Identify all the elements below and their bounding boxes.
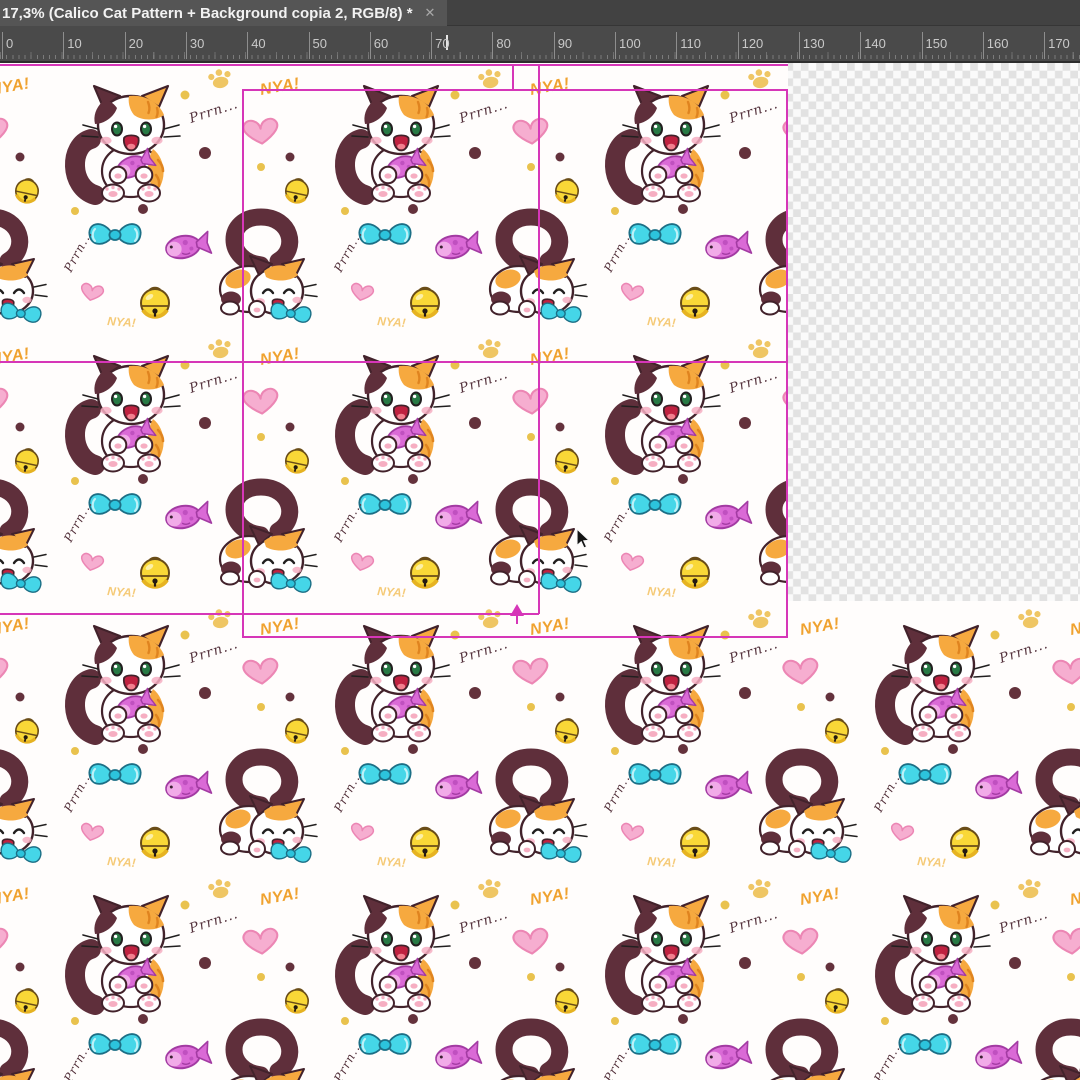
ruler-major-tick xyxy=(553,32,555,59)
ruler-major-tick xyxy=(2,32,3,59)
document-tab-bar: 17,3% (Calico Cat Pattern + Background c… xyxy=(0,0,1080,26)
transparency-checkerboard xyxy=(788,63,1080,601)
ruler-major-tick xyxy=(63,32,65,59)
ruler-major-tick xyxy=(431,32,433,59)
ruler-tick-label: 110 xyxy=(680,36,702,51)
ruler-major-tick xyxy=(982,32,984,59)
pattern-layer-bottom-right xyxy=(788,601,1080,1080)
ruler-tick-label: 50 xyxy=(312,36,327,51)
ruler-major-tick xyxy=(308,32,310,59)
ruler-tick-label: 90 xyxy=(557,36,573,51)
ruler-major-tick xyxy=(247,32,249,59)
ruler-tick-label: 120 xyxy=(741,36,764,51)
ruler-tick-label: 70 xyxy=(435,36,450,51)
ruler-tick-label: 20 xyxy=(128,36,144,51)
ruler-tick-label: 130 xyxy=(802,36,825,51)
ruler-tick-label: 160 xyxy=(986,36,1009,51)
ruler-tick-label: 10 xyxy=(67,36,82,51)
ruler-major-tick xyxy=(615,32,616,59)
ruler-tick-label: 100 xyxy=(619,36,641,51)
pattern-layer-left xyxy=(0,63,788,1080)
document-tab[interactable]: 17,3% (Calico Cat Pattern + Background c… xyxy=(0,0,448,26)
ruler-major-tick xyxy=(185,32,187,59)
ruler-tick-label: 60 xyxy=(373,36,389,51)
ruler-major-tick xyxy=(798,32,800,59)
ruler-major-tick xyxy=(369,32,371,59)
ruler-major-tick xyxy=(124,32,126,59)
ruler-major-tick xyxy=(676,32,678,59)
tab-close-icon[interactable]: ✕ xyxy=(425,0,436,26)
document-canvas[interactable]: NYA! NYA! Prrn... Prrn... xyxy=(0,63,1080,1080)
ruler-major-tick xyxy=(737,32,739,59)
ruler-tick-label: 0 xyxy=(6,36,14,51)
ruler-major-tick xyxy=(492,32,494,59)
document-tab-title: 17,3% (Calico Cat Pattern + Background c… xyxy=(2,4,413,22)
pattern-artwork: NYA! NYA! Prrn... Prrn... xyxy=(0,63,1080,1080)
ruler-minor-ticks xyxy=(0,55,1080,59)
ruler-tick-label: 170 xyxy=(1048,36,1070,51)
ruler-tick-label: 40 xyxy=(251,36,266,51)
ruler-tick-label: 80 xyxy=(496,36,511,51)
ruler-tick-label: 150 xyxy=(925,36,948,51)
ruler-tick-label: 30 xyxy=(189,36,205,51)
ruler-major-tick xyxy=(921,32,923,59)
ruler-major-tick xyxy=(1044,32,1046,59)
ruler-major-tick xyxy=(860,32,862,59)
ruler-tick-label: 140 xyxy=(864,36,886,51)
horizontal-ruler[interactable]: 0 10 20 30 40 50 60 70 80 90 100 110 120 130 140 150 160… xyxy=(0,26,1080,63)
